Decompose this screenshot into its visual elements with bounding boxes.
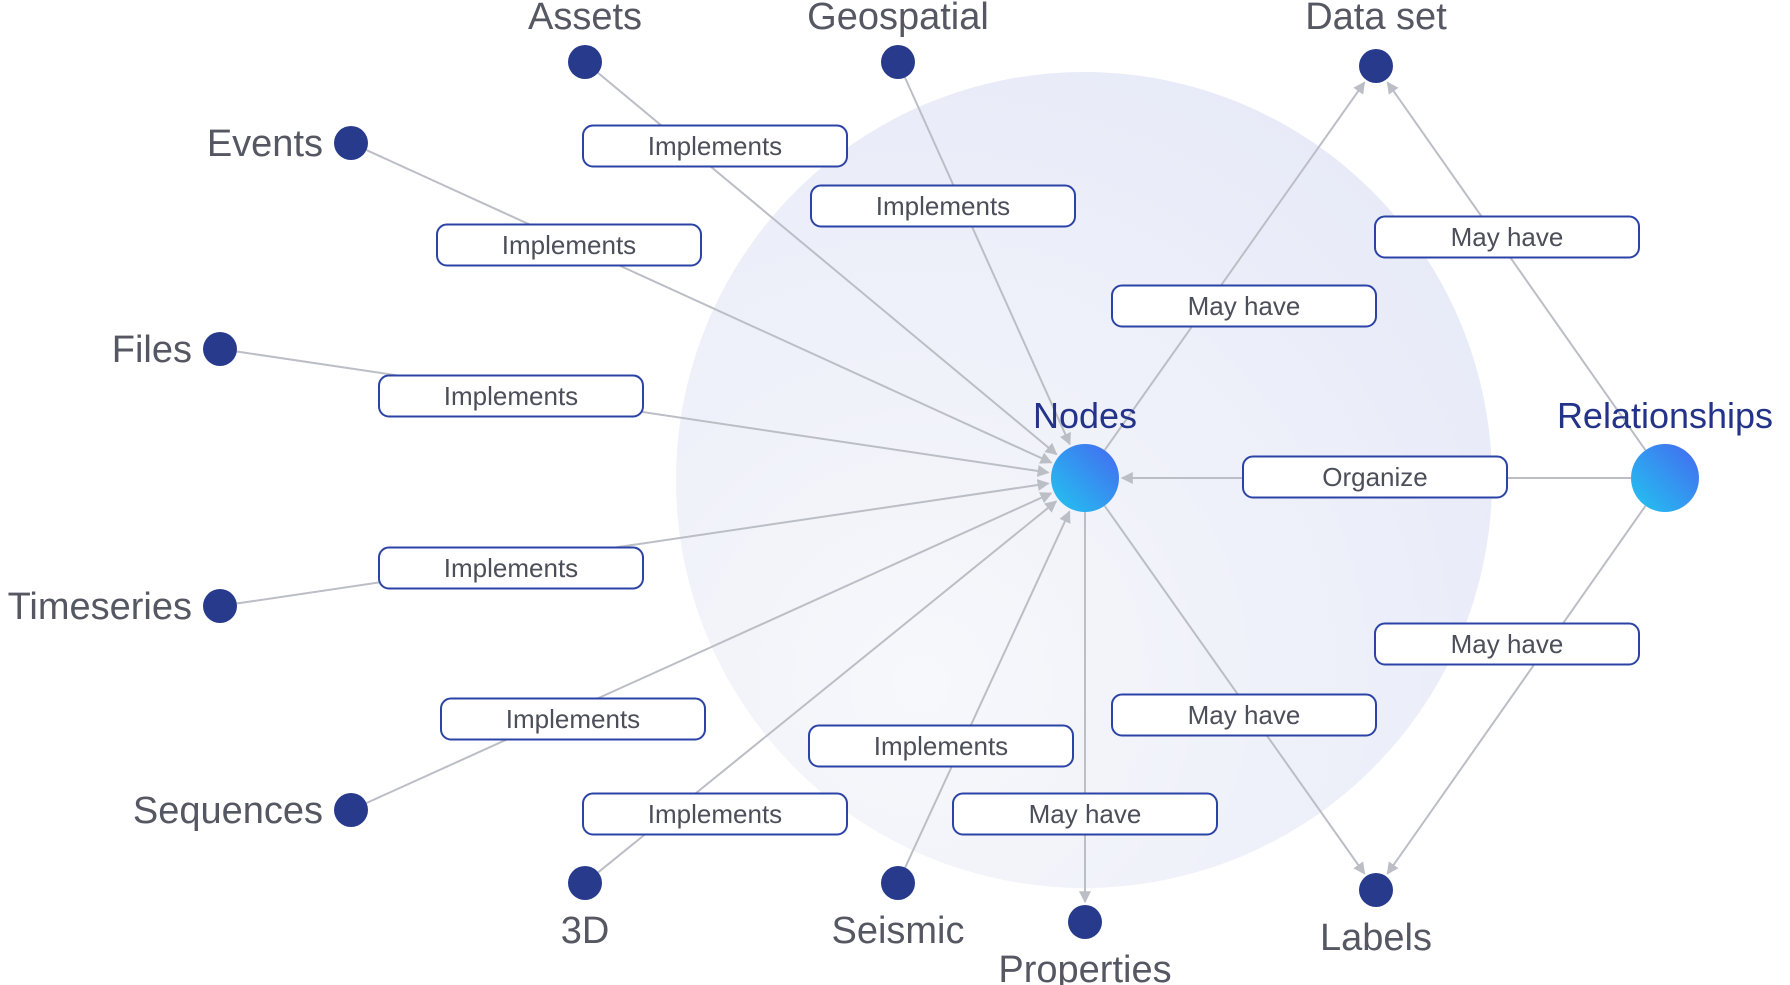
edge-label-text: Implements: [506, 704, 640, 734]
hub-circle-icon[interactable]: [1631, 444, 1699, 512]
edge-label-text: Implements: [502, 230, 636, 260]
edge-label-nodes-to-dataset: May have: [1111, 284, 1377, 328]
edge-label-text: Implements: [444, 381, 578, 411]
edge-label-text: May have: [1451, 629, 1564, 659]
leaf-dot-icon[interactable]: [881, 45, 915, 79]
edge-label-sequences-to-nodes: Implements: [440, 697, 706, 741]
leaf-dot-icon[interactable]: [1068, 905, 1102, 939]
edge-label-timeseries-to-nodes: Implements: [378, 546, 644, 590]
edge-label-nodes-to-properties: May have: [952, 792, 1218, 836]
edge-label-text: May have: [1451, 222, 1564, 252]
edge-label-text: Organize: [1322, 462, 1428, 492]
hub-label: Nodes: [1033, 395, 1137, 436]
leaf-dot-icon[interactable]: [203, 589, 237, 623]
edge-label-relationships-to-labels: May have: [1374, 622, 1640, 666]
edge-label-text: Implements: [876, 191, 1010, 221]
leaf-dot-icon[interactable]: [1359, 49, 1393, 83]
leaf-properties[interactable]: Properties: [998, 905, 1172, 985]
leaf-label: Data set: [1305, 0, 1447, 38]
edge-label-text: Implements: [874, 731, 1008, 761]
edge-label-text: Implements: [444, 553, 578, 583]
edge-label-files-to-nodes: Implements: [378, 374, 644, 418]
leaf-dot-icon[interactable]: [203, 332, 237, 366]
leaf-label: 3D: [561, 910, 610, 952]
leaf-label: Geospatial: [807, 0, 989, 38]
edge-label-relationships-to-dataset: May have: [1374, 215, 1640, 259]
leaf-label: Events: [207, 123, 323, 165]
leaf-events[interactable]: Events: [207, 123, 368, 165]
leaf-label: Timeseries: [8, 586, 192, 628]
leaf-assets[interactable]: Assets: [528, 0, 642, 79]
edge-label-seismic-to-nodes: Implements: [808, 724, 1074, 768]
leaf-3d[interactable]: 3D: [561, 866, 610, 952]
leaf-label: Labels: [1320, 917, 1432, 959]
leaf-dot-icon[interactable]: [568, 866, 602, 900]
leaf-dot-icon[interactable]: [334, 793, 368, 827]
leaf-dot-icon[interactable]: [568, 45, 602, 79]
leaf-label: Properties: [998, 949, 1171, 985]
leaf-geospatial[interactable]: Geospatial: [807, 0, 989, 79]
edge-label-text: May have: [1188, 700, 1301, 730]
leaf-label: Sequences: [133, 790, 323, 832]
hub-circle-icon[interactable]: [1051, 444, 1119, 512]
edge-label-events-to-nodes: Implements: [436, 223, 702, 267]
leaf-label: Files: [112, 329, 192, 371]
leaf-sequences[interactable]: Sequences: [133, 790, 368, 832]
leaf-labels[interactable]: Labels: [1320, 873, 1432, 959]
edge-label-relationships-to-nodes: Organize: [1242, 455, 1508, 499]
edge-label-nodes-to-labels: May have: [1111, 693, 1377, 737]
leaf-seismic[interactable]: Seismic: [831, 866, 965, 952]
leaf-label: Assets: [528, 0, 642, 38]
edge-label-text: Implements: [648, 799, 782, 829]
leaf-label: Seismic: [831, 910, 964, 952]
edge-label-3d-to-nodes: Implements: [582, 792, 848, 836]
relationship-diagram: Implements Implements Implements Implements…: [8, 0, 1773, 985]
leaf-dot-icon[interactable]: [334, 126, 368, 160]
edge-label-text: Implements: [648, 131, 782, 161]
leaf-dot-icon[interactable]: [881, 866, 915, 900]
edge-label-text: May have: [1029, 799, 1142, 829]
hub-label: Relationships: [1557, 395, 1773, 436]
edge-label-geospatial-to-nodes: Implements: [810, 184, 1076, 228]
leaf-dataset[interactable]: Data set: [1305, 0, 1447, 83]
edge-label-assets-to-nodes: Implements: [582, 124, 848, 168]
leaf-files[interactable]: Files: [112, 329, 237, 371]
hub-relationships[interactable]: Relationships: [1557, 395, 1773, 512]
leaf-timeseries[interactable]: Timeseries: [8, 586, 237, 628]
edge-label-text: May have: [1188, 291, 1301, 321]
leaf-dot-icon[interactable]: [1359, 873, 1393, 907]
